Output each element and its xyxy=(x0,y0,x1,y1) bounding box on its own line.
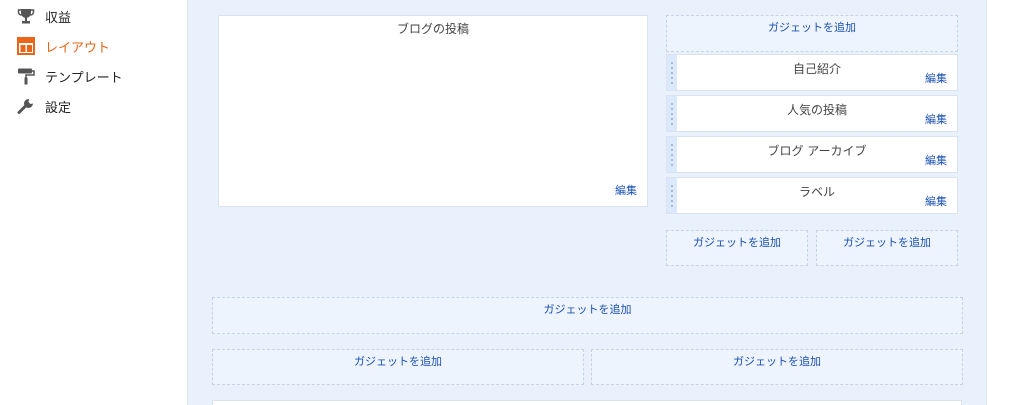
drag-handle[interactable] xyxy=(667,55,677,90)
sidebar-item-label: テンプレート xyxy=(45,70,123,86)
sidebar-item-settings[interactable]: 設定 xyxy=(16,96,71,116)
add-gadget-footer-left[interactable]: ガジェットを追加 xyxy=(212,349,584,385)
add-gadget-sidebar-right[interactable]: ガジェットを追加 xyxy=(816,230,958,266)
widget-blog-archive: ブログ アーカイブ 編集 xyxy=(666,136,958,173)
blog-posts-title: ブログの投稿 xyxy=(396,22,469,36)
layout-canvas: ブログの投稿 編集 ガジェットを追加 自己紹介 編集 人気の投稿 編集 ブログ … xyxy=(187,0,987,405)
sidebar-item-label: 収益 xyxy=(45,10,72,26)
trophy-icon xyxy=(16,6,36,26)
add-gadget-label: ガジェットを追加 xyxy=(768,21,856,34)
add-gadget-label: ガジェットを追加 xyxy=(354,355,442,368)
widget-edit-link[interactable]: 編集 xyxy=(925,193,947,209)
widget-labels: ラベル 編集 xyxy=(666,177,958,214)
sidebar-item-template[interactable]: テンプレート xyxy=(16,66,123,86)
add-gadget-footer-full[interactable]: ガジェットを追加 xyxy=(212,297,963,334)
widget-title: 自己紹介 xyxy=(792,62,841,76)
widget-title: 人気の投稿 xyxy=(786,103,847,117)
widget-edit-link[interactable]: 編集 xyxy=(925,152,947,168)
widget-title: ラベル xyxy=(798,185,835,199)
widget-edit-link[interactable]: 編集 xyxy=(925,111,947,127)
widget-edit-link[interactable]: 編集 xyxy=(925,70,947,86)
blog-posts-section: ブログの投稿 編集 xyxy=(218,15,648,207)
add-gadget-label: ガジェットを追加 xyxy=(543,303,632,316)
sidebar-item-layout[interactable]: レイアウト xyxy=(16,36,110,56)
widget-profile: 自己紹介 編集 xyxy=(666,54,958,91)
blog-posts-edit-link[interactable]: 編集 xyxy=(615,182,637,198)
add-gadget-label: ガジェットを追加 xyxy=(693,236,781,249)
paint-roller-icon xyxy=(16,66,36,86)
widget-title: ブログ アーカイブ xyxy=(767,144,867,158)
footer-section xyxy=(212,400,962,405)
add-gadget-label: ガジェットを追加 xyxy=(733,355,821,368)
add-gadget-footer-right[interactable]: ガジェットを追加 xyxy=(591,349,963,385)
drag-handle[interactable] xyxy=(667,137,677,172)
sidebar-item-earnings[interactable]: 収益 xyxy=(16,6,71,26)
drag-handle[interactable] xyxy=(667,96,677,131)
wrench-icon xyxy=(16,96,36,116)
widget-popular-posts: 人気の投稿 編集 xyxy=(666,95,958,132)
add-gadget-label: ガジェットを追加 xyxy=(843,236,931,249)
layout-icon xyxy=(16,36,36,56)
sidebar: 収益 レイアウト テンプレート 設定 xyxy=(0,0,187,405)
sidebar-item-label: 設定 xyxy=(45,100,72,116)
add-gadget-sidebar-left[interactable]: ガジェットを追加 xyxy=(666,230,808,266)
sidebar-item-label: レイアウト xyxy=(45,40,111,56)
drag-handle[interactable] xyxy=(667,178,677,213)
add-gadget-sidebar-top[interactable]: ガジェットを追加 xyxy=(666,15,958,52)
